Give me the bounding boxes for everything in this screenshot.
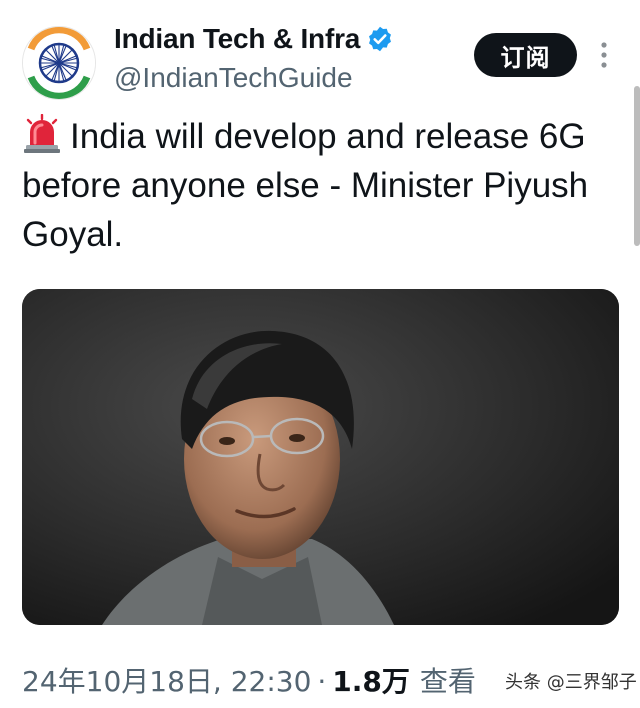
meta-separator: · bbox=[317, 665, 327, 698]
views-label[interactable]: 查看 bbox=[420, 660, 476, 700]
avatar[interactable] bbox=[22, 26, 96, 100]
tweet-text: India will develop and release 6G before… bbox=[22, 112, 612, 259]
verified-badge-icon bbox=[366, 25, 394, 53]
account-display-name[interactable]: Indian Tech & Infra bbox=[114, 23, 394, 55]
display-name-text: Indian Tech & Infra bbox=[114, 23, 361, 54]
account-handle[interactable]: @IndianTechGuide bbox=[114, 62, 353, 94]
scrollbar[interactable] bbox=[634, 86, 640, 246]
follow-button[interactable]: 订阅 bbox=[474, 33, 577, 77]
tweet-timestamp[interactable]: 24年10月18日, 22:30 bbox=[22, 660, 311, 700]
more-vertical-icon[interactable] bbox=[596, 40, 612, 70]
police-siren-icon bbox=[22, 114, 62, 154]
views-count: 1.8万 bbox=[332, 665, 410, 698]
watermark-text: 头条 @三界邹子 bbox=[505, 672, 637, 693]
tweet-photo[interactable] bbox=[22, 289, 619, 625]
ashoka-chakra-flag-avatar-icon bbox=[23, 27, 95, 99]
portrait-image bbox=[22, 289, 619, 625]
tweet-meta: 24年10月18日, 22:30 · 1.8万 查看 bbox=[22, 660, 476, 700]
tweet-body: India will develop and release 6G before… bbox=[22, 117, 589, 254]
